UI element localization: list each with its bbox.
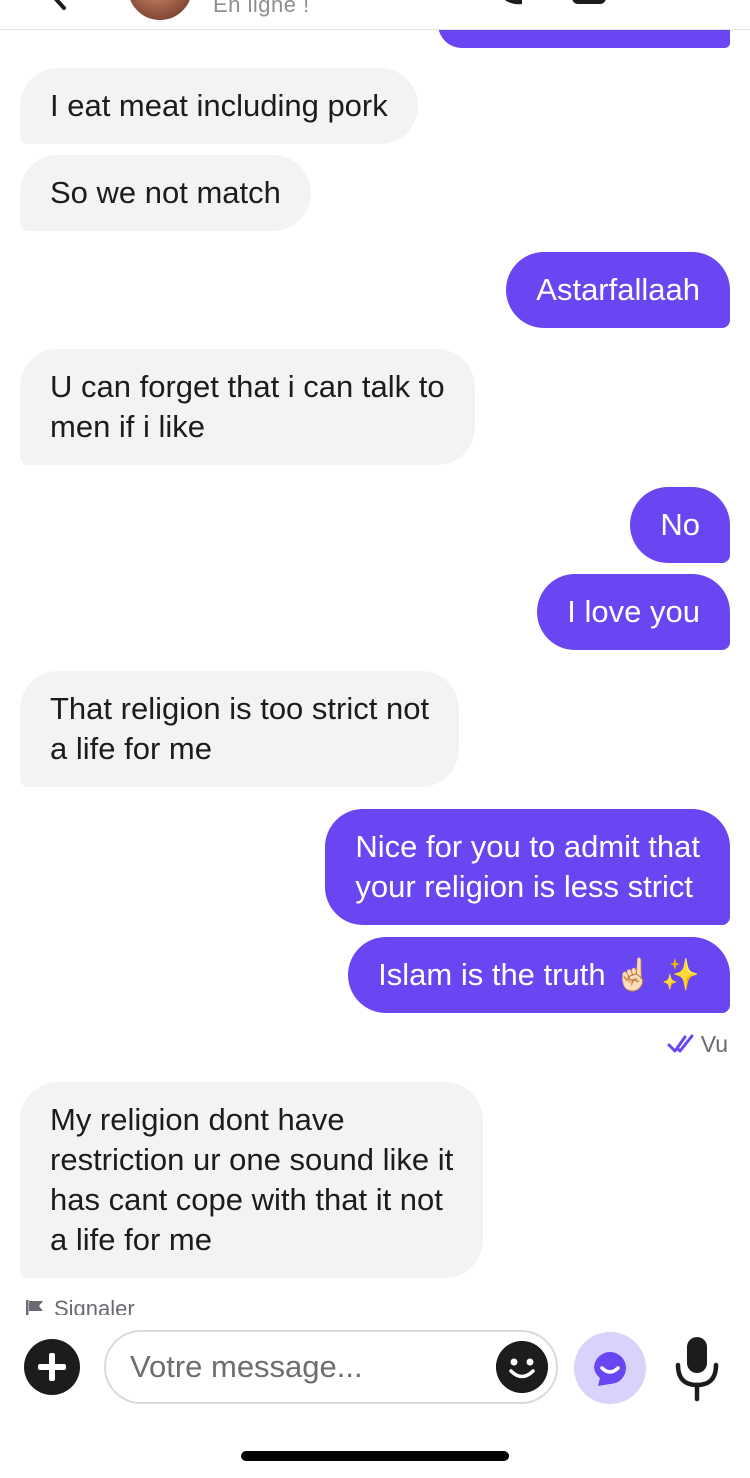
message-text: I love you — [567, 594, 700, 629]
message-text: has cant cope with that it not — [50, 1182, 443, 1217]
message-bubble-incoming[interactable]: My religion dont have restriction ur one… — [20, 1082, 484, 1278]
message-text: No — [660, 507, 700, 542]
add-attachment-button[interactable] — [24, 1339, 80, 1395]
message-bubble-incoming[interactable]: So we not match — [20, 155, 311, 231]
smart-reply-icon[interactable] — [574, 1332, 646, 1404]
avatar[interactable] — [126, 0, 194, 22]
report-link[interactable]: Signaler — [24, 1296, 135, 1315]
message-text: your religion is less strict — [355, 869, 694, 904]
message-bubble-outgoing[interactable]: I love you — [537, 574, 730, 650]
message-text: That religion is too strict not — [50, 691, 430, 726]
message-text: So we not match — [50, 175, 281, 210]
back-chevron-icon[interactable] — [44, 0, 74, 12]
message-text: I eat meat including pork — [50, 88, 388, 123]
message-bubble-outgoing-cropped — [438, 30, 730, 48]
online-status: En ligne ! — [213, 0, 310, 17]
report-label: Signaler — [54, 1296, 135, 1315]
message-composer — [0, 1315, 750, 1425]
message-bubble-outgoing[interactable]: Islam is the truth ☝🏻 ✨ — [348, 937, 730, 1013]
message-text: My religion dont have — [50, 1102, 345, 1137]
message-text: Islam is the truth ☝🏻 ✨ — [378, 957, 700, 992]
message-bubble-incoming[interactable]: I eat meat including pork — [20, 68, 418, 144]
chat-header: En ligne ! — [0, 0, 750, 30]
message-bubble-outgoing[interactable]: No — [630, 487, 730, 563]
double-check-icon — [667, 1034, 694, 1053]
message-text: Astarfallaah — [536, 272, 700, 307]
message-bubble-incoming[interactable]: U can forget that i can talk to men if i… — [20, 349, 475, 465]
read-receipt: Vu — [667, 1030, 728, 1058]
message-list[interactable]: I eat meat including pork So we not matc… — [0, 30, 750, 1315]
message-text: restriction ur one sound like it — [50, 1142, 454, 1177]
flag-icon — [26, 1300, 43, 1315]
read-receipt-label: Vu — [700, 1030, 728, 1057]
message-text: Nice for you to admit that — [355, 829, 700, 864]
home-indicator — [241, 1451, 509, 1461]
message-bubble-outgoing[interactable]: Astarfallaah — [506, 252, 730, 328]
message-bubble-incoming[interactable]: That religion is too strict not a life f… — [20, 671, 460, 787]
message-text: a life for me — [50, 1222, 212, 1257]
message-input[interactable] — [104, 1330, 558, 1404]
emoji-icon[interactable] — [496, 1341, 548, 1393]
phone-call-icon[interactable] — [486, 0, 526, 8]
message-text: men if i like — [50, 409, 206, 444]
message-text: a life for me — [50, 731, 212, 766]
message-bubble-outgoing[interactable]: Nice for you to admit that your religion… — [325, 809, 730, 925]
video-call-icon[interactable] — [572, 0, 606, 4]
microphone-icon[interactable] — [670, 1335, 724, 1405]
message-text: U can forget that i can talk to — [50, 369, 445, 404]
